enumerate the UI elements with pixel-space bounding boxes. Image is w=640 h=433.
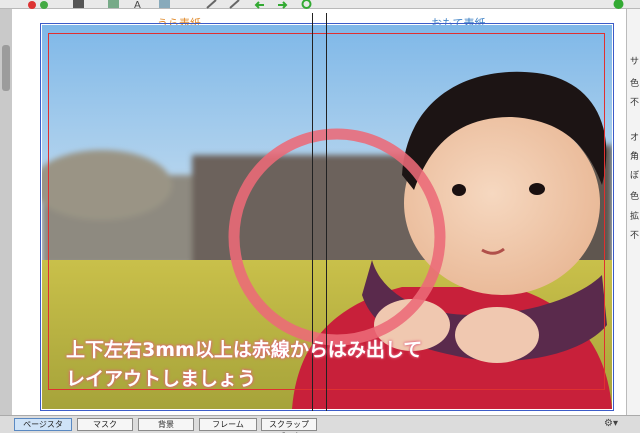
panel-label: サ bbox=[630, 57, 640, 67]
leaf-icon[interactable] bbox=[38, 0, 51, 9]
editor-canvas[interactable]: うら表紙 おもて表紙 上下左右3mm以上は赤線からはみ出して レイアウトしましょ… bbox=[12, 9, 626, 415]
text-icon[interactable]: A bbox=[134, 0, 147, 9]
svg-text:A: A bbox=[134, 0, 141, 9]
bleed-line-left bbox=[48, 33, 49, 390]
redo-icon[interactable] bbox=[276, 0, 289, 9]
panel-label: 色 bbox=[630, 192, 640, 202]
tool2-icon[interactable] bbox=[228, 0, 241, 9]
vertical-scrollbar[interactable] bbox=[0, 9, 12, 415]
panel-label: 不 bbox=[630, 98, 640, 108]
tab-background[interactable]: 背景 bbox=[138, 418, 194, 431]
bottom-tab-bar: ページスタイル マスク 背景 フレーム スクラップブック ⚙▾ bbox=[0, 415, 640, 433]
panel-label: オ bbox=[630, 133, 640, 143]
toolbar: A bbox=[0, 0, 640, 9]
panel-label: 色 bbox=[630, 79, 640, 89]
notice-line-2: レイアウトしましょう bbox=[66, 368, 257, 390]
save-icon[interactable] bbox=[72, 0, 85, 9]
bleed-notice: 上下左右3mm以上は赤線からはみ出して レイアウトしましょう bbox=[66, 336, 422, 394]
image-icon[interactable] bbox=[107, 0, 120, 9]
panel-label: ぼ bbox=[630, 171, 640, 181]
property-panel: サ 色 不 オ 角 ぼ 色 拡 不 bbox=[626, 9, 640, 415]
refresh-icon[interactable] bbox=[300, 0, 313, 9]
tab-frame[interactable]: フレーム bbox=[199, 418, 257, 431]
notice-line-1: 上下左右3mm以上は赤線からはみ出して bbox=[66, 339, 423, 361]
status-icon[interactable] bbox=[612, 0, 625, 9]
tool-icon[interactable] bbox=[205, 0, 218, 9]
undo-icon[interactable] bbox=[253, 0, 266, 9]
bleed-line-right bbox=[604, 33, 605, 390]
gear-icon[interactable]: ⚙▾ bbox=[604, 418, 632, 431]
tab-scrapbook[interactable]: スクラップブック bbox=[261, 418, 317, 433]
tab-mask[interactable]: マスク bbox=[77, 418, 133, 431]
tab-page-style[interactable]: ページスタイル bbox=[14, 418, 72, 433]
panel-label: 拡 bbox=[630, 212, 640, 222]
panel-label: 不 bbox=[630, 231, 640, 241]
scrollbar-thumb[interactable] bbox=[2, 45, 10, 91]
layout-icon[interactable] bbox=[158, 0, 171, 9]
panel-label: 角 bbox=[630, 152, 640, 162]
